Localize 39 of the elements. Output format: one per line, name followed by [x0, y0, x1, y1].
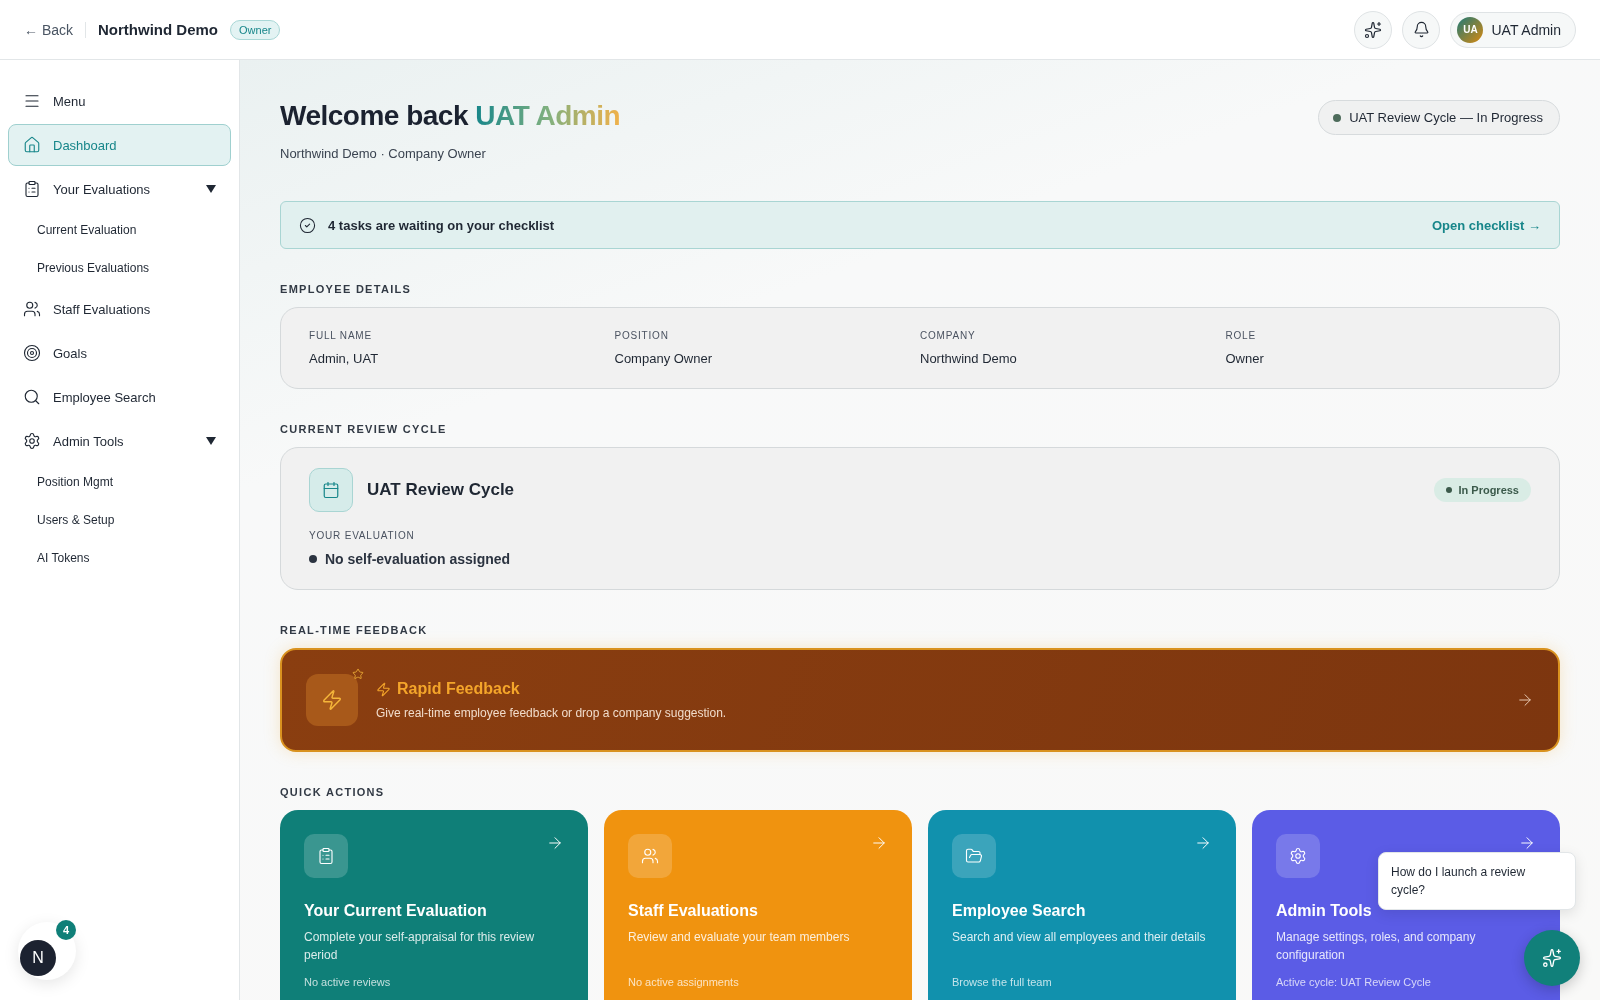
evaluation-label: YOUR EVALUATION	[309, 530, 416, 541]
role-badge: Owner	[230, 19, 281, 40]
section-heading: CURRENT REVIEW CYCLE	[280, 423, 448, 435]
card-description: Review and evaluate your team members	[628, 929, 851, 946]
card-title: Your Current Evaluation	[304, 902, 488, 920]
field-value: Admin, UAT	[309, 351, 380, 366]
field-value: Company Owner	[614, 351, 714, 366]
card-footer: No active assignments	[628, 976, 888, 988]
field-label: POSITION	[614, 330, 670, 341]
field-value: Northwind Demo	[920, 351, 1018, 366]
card-footer: Active cycle: UAT Review Cycle	[1276, 976, 1536, 988]
field-label: COMPANY	[920, 330, 977, 341]
feedback-title: Rapid Feedback	[397, 680, 520, 698]
welcome-subtitle: Northwind Demo · Company Owner	[280, 146, 487, 161]
logo-letter: N	[20, 940, 56, 976]
card-description: Complete your self-appraisal for this review period	[304, 929, 536, 964]
cycle-title: UAT Review Cycle	[367, 480, 516, 500]
card-title: Employee Search	[952, 902, 1087, 920]
welcome-heading: Welcome back UAT Admin	[280, 100, 621, 132]
checklist-text: 4 tasks are waiting on your checklist	[328, 217, 556, 233]
feedback-description: Give real-time employee feedback or drop a company suggestion.	[376, 706, 728, 720]
card-title: Admin Tools	[1276, 902, 1373, 920]
card-description: Search and view all employees and their details	[952, 929, 1207, 946]
cycle-status-text: UAT Review Cycle — In Progress	[1349, 110, 1543, 125]
section-heading: QUICK ACTIONS	[280, 786, 386, 798]
section-heading: REAL-TIME FEEDBACK	[280, 624, 429, 636]
card-footer: No active reviews	[304, 976, 564, 988]
company-name: Northwind Demo	[98, 21, 218, 38]
field-label: ROLE	[1225, 330, 1257, 341]
card-description: Manage settings, roles, and company configuration	[1276, 929, 1477, 964]
section-heading: EMPLOYEE DETAILS	[280, 283, 413, 295]
field-value: Owner	[1225, 351, 1265, 366]
card-title: Staff Evaluations	[628, 902, 759, 920]
field-label: FULL NAME	[309, 330, 373, 341]
evaluation-status: No self-evaluation assigned	[325, 551, 511, 567]
avatar: UA	[1457, 16, 1484, 43]
count-badge: 4	[56, 920, 76, 940]
status-badge: In Progress	[1434, 478, 1531, 502]
card-footer: Browse the full team	[952, 976, 1212, 988]
